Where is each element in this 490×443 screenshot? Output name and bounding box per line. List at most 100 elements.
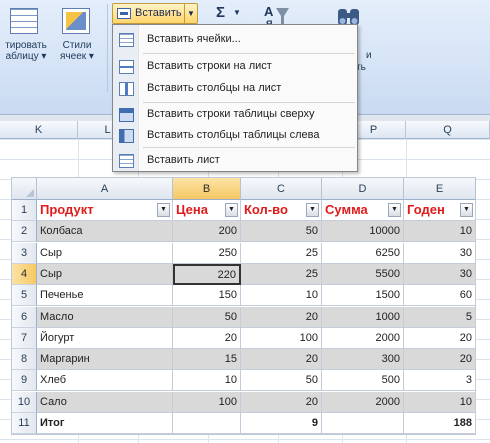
autosum-chevron-down-icon[interactable]: ▼	[233, 8, 241, 17]
cell-value: Йогурт	[40, 331, 75, 344]
column-header-q[interactable]: Q	[406, 121, 490, 139]
table-cell[interactable]: Итог	[37, 413, 173, 434]
table-header-cell[interactable]: Продукт ▼	[37, 200, 173, 221]
row-header-10[interactable]: 10	[12, 391, 37, 413]
table-header-cell[interactable]: Цена ▼	[173, 200, 241, 221]
row-header-6[interactable]: 6	[12, 306, 37, 328]
row-header-2[interactable]: 2	[12, 221, 37, 243]
cell-value: 100	[299, 331, 318, 344]
filter-dropdown-icon[interactable]: ▼	[460, 203, 473, 217]
column-header-c[interactable]: C	[241, 178, 322, 200]
table-cell[interactable]: 300	[322, 349, 404, 371]
filter-dropdown-icon[interactable]: ▼	[388, 203, 401, 217]
table-cell[interactable]: 20	[404, 327, 476, 349]
table-cell[interactable]: Сало	[37, 391, 173, 413]
table-cell[interactable]: Хлеб	[37, 370, 173, 392]
filter-dropdown-icon[interactable]: ▼	[157, 203, 170, 217]
table-cell[interactable]: 10	[241, 285, 322, 307]
table-cell[interactable]: 10	[404, 391, 476, 413]
menu-item-label: Вставить столбцы таблицы слева	[147, 129, 320, 141]
table-cell[interactable]: 188	[404, 413, 476, 434]
table-cell[interactable]: 50	[173, 306, 241, 328]
table-cell[interactable]: 10	[404, 221, 476, 243]
menu-item-insert-columns[interactable]: Вставить столбцы на лист	[113, 77, 357, 101]
table-cell[interactable]	[173, 413, 241, 434]
menu-item-insert-sheet[interactable]: Вставить лист	[113, 149, 357, 173]
table-cell[interactable]: 5500	[322, 263, 404, 285]
table-cell[interactable]: 100	[241, 327, 322, 349]
insert-button[interactable]: Вставить ▼	[112, 3, 198, 24]
table-cell[interactable]: 2000	[322, 327, 404, 349]
table-header-cell[interactable]: Сумма ▼	[322, 200, 404, 221]
table-cell[interactable]: 1500	[322, 285, 404, 307]
filter-dropdown-icon[interactable]: ▼	[225, 203, 238, 217]
row-header-3[interactable]: 3	[12, 242, 37, 264]
format-as-table-button[interactable]: тировать аблицу ▾	[0, 40, 56, 62]
table-cell[interactable]: 1000	[322, 306, 404, 328]
row-header-5[interactable]: 5	[12, 285, 37, 307]
table-cell[interactable]: Йогурт	[37, 327, 173, 349]
table-cell[interactable]: 50	[241, 370, 322, 392]
table-cell[interactable]: 10000	[322, 221, 404, 243]
table-cell[interactable]: Сыр	[37, 263, 173, 285]
chevron-down-icon[interactable]: ▼	[184, 4, 197, 23]
row-header-4[interactable]: 4	[12, 263, 37, 285]
table-cell[interactable]: 2000	[322, 391, 404, 413]
table-cell[interactable]: 30	[404, 263, 476, 285]
row-header-7[interactable]: 7	[12, 327, 37, 349]
table-cell[interactable]: 20	[241, 391, 322, 413]
table-cell[interactable]: Маргарин	[37, 349, 173, 371]
table-cell[interactable]: 6250	[322, 242, 404, 264]
column-header-k[interactable]: K	[0, 121, 78, 139]
autosum-icon[interactable]: Σ	[216, 4, 225, 21]
table-cell[interactable]: 20	[404, 349, 476, 371]
table-cell[interactable]: 10	[173, 370, 241, 392]
table-cell[interactable]: Печенье	[37, 285, 173, 307]
column-header-a[interactable]: A	[37, 178, 173, 200]
table-cell[interactable]: 60	[404, 285, 476, 307]
row-header-8[interactable]: 8	[12, 349, 37, 371]
table-cell[interactable]: 50	[241, 221, 322, 243]
table-header-cell[interactable]: Годен ▼	[404, 200, 476, 221]
table-cell[interactable]: 30	[404, 242, 476, 264]
column-header-d[interactable]: D	[322, 178, 404, 200]
row-header-11[interactable]: 11	[12, 413, 37, 434]
row-header-9[interactable]: 9	[12, 370, 37, 392]
menu-item-insert-rows[interactable]: Вставить строки на лист	[113, 55, 357, 79]
table-cell[interactable]: 20	[241, 306, 322, 328]
cell-value: Масло	[40, 310, 74, 323]
table-cell[interactable]: 150	[173, 285, 241, 307]
menu-item-insert-cells[interactable]: Вставить ячейки...	[113, 28, 357, 52]
table-cell[interactable]: 20	[173, 327, 241, 349]
table-cell[interactable]: 25	[241, 263, 322, 285]
table-cell[interactable]	[322, 413, 404, 434]
table-cell[interactable]: 9	[241, 413, 322, 434]
format-as-table-label-line1: тировать	[5, 40, 47, 51]
column-header-e[interactable]: E	[404, 178, 476, 200]
menu-item-insert-table-columns-left[interactable]: Вставить столбцы таблицы слева	[113, 124, 357, 148]
table-cell[interactable]: Сыр	[37, 242, 173, 264]
table-cell[interactable]: 3	[404, 370, 476, 392]
table-cell[interactable]: 100	[173, 391, 241, 413]
table-cell[interactable]: 5	[404, 306, 476, 328]
insert-button-label: Вставить	[135, 7, 182, 19]
column-header-b[interactable]: B	[173, 178, 241, 200]
menu-separator	[143, 147, 355, 148]
row-header-1[interactable]: 1	[12, 200, 37, 221]
table-header-cell[interactable]: Кол-во ▼	[241, 200, 322, 221]
active-cell[interactable]: 220	[173, 263, 241, 285]
table-cell[interactable]: 200	[173, 221, 241, 243]
table-cell[interactable]: 20	[241, 349, 322, 371]
cell-styles-icon[interactable]	[62, 8, 90, 34]
table-cell[interactable]: 250	[173, 242, 241, 264]
filter-dropdown-icon[interactable]: ▼	[306, 203, 319, 217]
select-all-corner[interactable]	[12, 178, 37, 200]
table-cell[interactable]: 500	[322, 370, 404, 392]
format-as-table-icon[interactable]	[10, 8, 38, 34]
cell-value: 100	[218, 395, 237, 408]
table-cell[interactable]: Колбаса	[37, 221, 173, 243]
table-cell[interactable]: Масло	[37, 306, 173, 328]
table-cell[interactable]: 25	[241, 242, 322, 264]
cell-styles-button[interactable]: Стили ячеек ▾	[54, 40, 100, 62]
table-cell[interactable]: 15	[173, 349, 241, 371]
